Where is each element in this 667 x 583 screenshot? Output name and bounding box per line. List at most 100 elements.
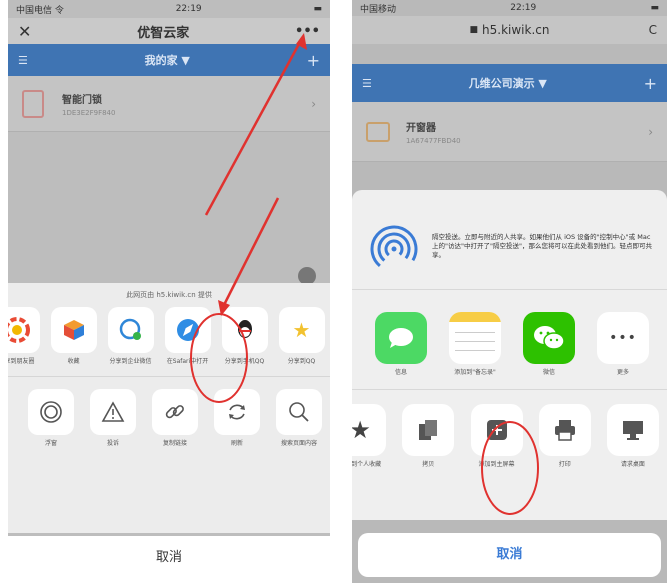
star-icon: ★: [278, 307, 325, 353]
app-label: 收藏: [67, 358, 80, 365]
messages-icon: [375, 312, 427, 364]
door-lock-icon: [22, 89, 44, 118]
menu-icon[interactable]: ☰: [18, 54, 28, 67]
app-label: 信息: [394, 369, 407, 376]
app-label: 在Safari中打开: [166, 358, 209, 365]
action-button[interactable]: 复制链接: [144, 389, 206, 448]
share-app-row: 信息 添加到"备忘录" 微信 ••• 更多: [352, 290, 667, 377]
action-button[interactable]: 打印: [531, 404, 599, 469]
action-label: 投诉: [106, 440, 119, 447]
action-label: 打印: [558, 461, 571, 468]
share-app[interactable]: 分享到朋友圈: [8, 307, 45, 366]
star-icon: ★: [352, 404, 387, 456]
page-title: 优智云家: [137, 25, 190, 41]
address-bar[interactable]: ■ h5.kiwik.cn C: [352, 16, 667, 44]
status-bar: 中国移动 22:19 ▬: [352, 0, 667, 16]
share-app[interactable]: 收藏: [45, 307, 102, 366]
notes-icon-bar: [449, 312, 501, 322]
cancel-button[interactable]: 取消: [358, 533, 661, 577]
action-row: ★ 添加到个人收藏 拷贝 添加到主屏幕 打印: [352, 404, 667, 469]
share-app[interactable]: 在Safari中打开: [159, 307, 216, 366]
action-label: 刷新: [230, 440, 243, 447]
device-row[interactable]: 智能门锁 1DE3E2F9F840 ›: [8, 76, 330, 132]
battery-icon: ▬: [650, 3, 659, 13]
share-app[interactable]: 分享到企业微信: [102, 307, 159, 366]
menu-icon[interactable]: ☰: [362, 77, 372, 90]
float-icon: [28, 389, 74, 435]
box-icon: [50, 307, 97, 353]
share-app[interactable]: 微信: [512, 312, 586, 377]
link-icon: [152, 389, 198, 435]
reload-icon[interactable]: C: [649, 23, 657, 37]
home-selector[interactable]: 几维公司演示 ▼: [469, 75, 547, 91]
action-button[interactable]: 刷新: [206, 389, 268, 448]
close-icon[interactable]: ✕: [18, 22, 31, 41]
app-label: 微信: [542, 369, 555, 376]
carrier: 中国移动: [360, 4, 397, 15]
search-icon: [276, 389, 322, 435]
divider: [352, 389, 667, 390]
add-icon[interactable]: +: [307, 51, 320, 70]
action-label: 添加到主屏幕: [478, 461, 515, 468]
notes-icon-line: [455, 341, 495, 342]
lock-icon: ■: [469, 25, 479, 35]
divider: [8, 376, 330, 377]
airdrop-section[interactable]: 隔空投送。立即与附近的人共享。如果他们从 iOS 设备的"控制中心"或 Mac …: [352, 190, 667, 290]
action-button[interactable]: 浮窗: [20, 389, 82, 448]
home-header: ☰ 我的家 ▼ +: [8, 44, 330, 76]
action-button[interactable]: 搜索页面内容: [268, 389, 330, 448]
device-id: 1A67477FBD40: [406, 136, 461, 145]
action-label: 添加到个人收藏: [352, 461, 382, 468]
device-name: 开窗器: [406, 122, 436, 134]
home-header: ☰ 几维公司演示 ▼ +: [352, 64, 667, 102]
share-app[interactable]: 分享到手机QQ: [216, 307, 273, 366]
cancel-button[interactable]: 取消: [8, 536, 330, 583]
add-home-icon: [470, 404, 523, 456]
share-app[interactable]: 信息: [364, 312, 438, 377]
action-row: 浮窗 投诉 复制链接 刷新 搜索页面内容: [8, 389, 330, 448]
device-name: 智能门锁: [62, 94, 102, 106]
window-opener-icon: [366, 121, 390, 142]
sheet-title: 此网页由 h5.kiwik.cn 提供: [126, 291, 212, 299]
qq-icon: [221, 307, 268, 353]
notes-icon-line: [455, 332, 495, 333]
action-button[interactable]: 投诉: [82, 389, 144, 448]
notes-icon: [449, 312, 501, 364]
clock: 22:19: [175, 4, 202, 14]
device-id: 1DE3E2F9F840: [62, 108, 116, 117]
app-label: 分享到企业微信: [109, 358, 152, 365]
action-button[interactable]: 添加到主屏幕: [462, 404, 530, 469]
url-text: h5.kiwik.cn: [482, 23, 550, 37]
more-icon[interactable]: •••: [295, 24, 320, 39]
share-sheet: 隔空投送。立即与附近的人共享。如果他们从 iOS 设备的"控制中心"或 Mac …: [352, 190, 667, 520]
status-bar: 中国电信 令 22:19 ▬: [8, 0, 330, 18]
app-label: 更多: [616, 369, 629, 376]
nav-bar: ✕ 优智云家 •••: [8, 18, 330, 44]
warning-icon: [90, 389, 136, 435]
share-sheet: 此网页由 h5.kiwik.cn 提供 分享到朋友圈 收藏 分享到企业微信: [8, 283, 330, 533]
carrier: 中国电信 令: [16, 5, 64, 16]
copy-icon: [402, 404, 455, 456]
airdrop-text: 隔空投送。立即与附近的人共享。如果他们从 iOS 设备的"控制中心"或 Mac …: [432, 233, 652, 259]
photos-icon: [8, 307, 40, 353]
share-app[interactable]: 添加到"备忘录": [438, 312, 512, 377]
share-app-row: 分享到朋友圈 收藏 分享到企业微信 在Safari中打开: [8, 307, 330, 366]
more-icon: •••: [597, 312, 649, 364]
action-button[interactable]: ★ 添加到个人收藏: [352, 404, 394, 469]
action-label: 请求桌面: [620, 461, 645, 468]
refresh-icon: [214, 389, 260, 435]
device-row[interactable]: 开窗器 1A67477FBD40 ›: [352, 102, 667, 162]
action-button[interactable]: 拷贝: [394, 404, 462, 469]
clock: 22:19: [510, 3, 537, 13]
share-app[interactable]: ••• 更多: [586, 312, 660, 377]
app-label: 分享到朋友圈: [8, 358, 35, 365]
add-icon[interactable]: +: [644, 74, 657, 93]
app-label: 分享到手机QQ: [224, 358, 265, 365]
airdrop-icon: [370, 225, 418, 271]
action-button[interactable]: 请求桌面: [599, 404, 667, 469]
chevron-right-icon: ›: [311, 96, 316, 111]
share-app[interactable]: ★ 分享到QQ: [273, 307, 330, 366]
wechat-icon: [523, 312, 575, 364]
home-selector[interactable]: 我的家 ▼: [145, 52, 190, 68]
chevron-right-icon: ›: [648, 124, 653, 139]
